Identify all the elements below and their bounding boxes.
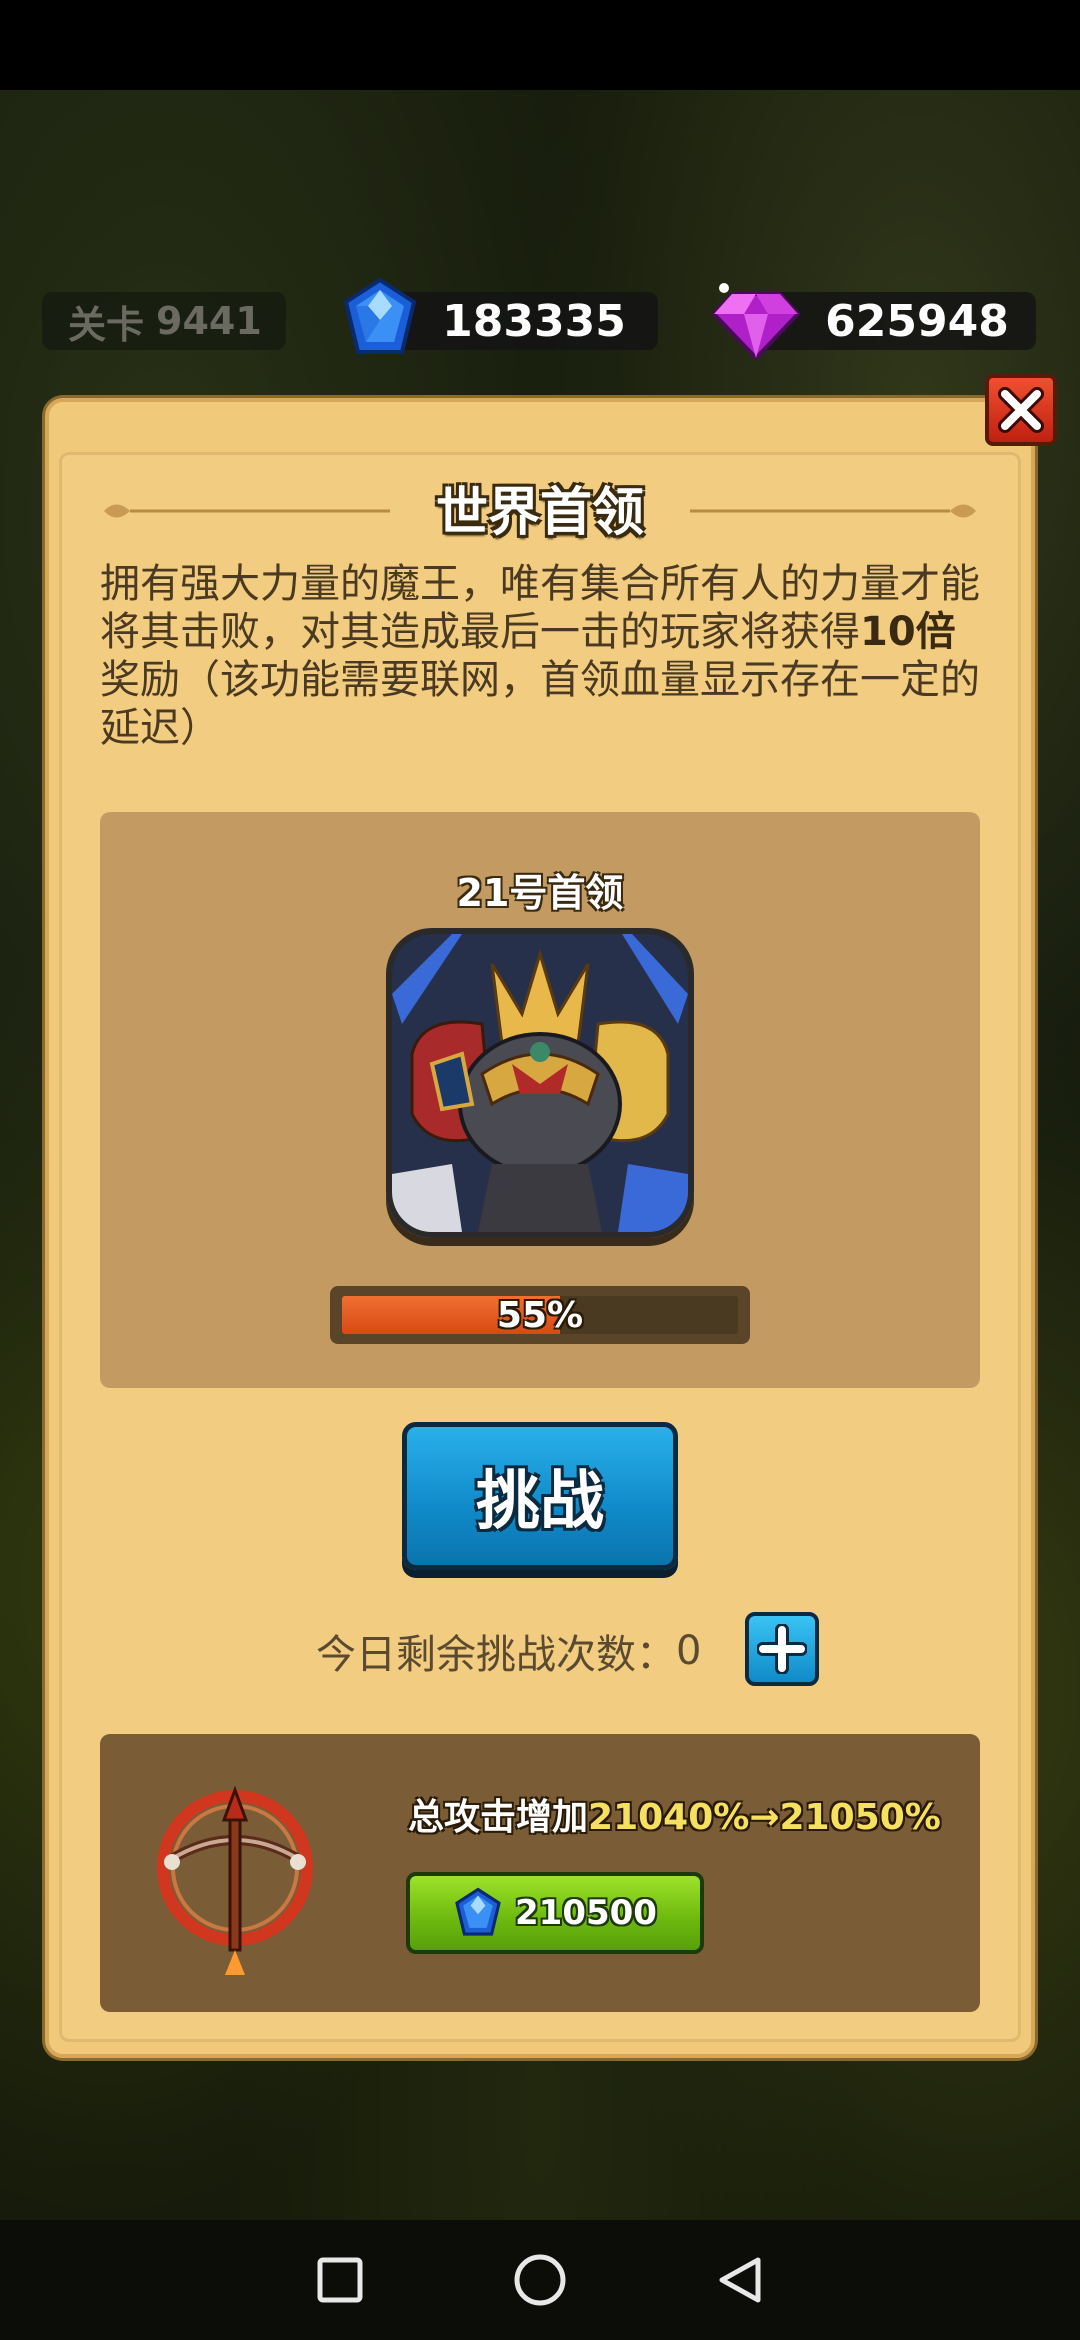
add-attempts-button[interactable] <box>745 1612 819 1686</box>
level-indicator: 关卡 9441 <box>42 292 286 350</box>
crossbow-icon <box>157 1785 313 1975</box>
blue-gem-icon <box>455 1887 501 1936</box>
upgrade-description: 总攻击增加21040%→21050% <box>408 1788 941 1840</box>
gem-count: 183335 <box>442 295 626 347</box>
blue-gem-icon <box>343 277 417 354</box>
back-button[interactable] <box>700 2240 780 2320</box>
level-label: 关卡 <box>68 302 145 347</box>
upgrade-buy-button[interactable]: 210500 <box>406 1872 704 1954</box>
remaining-label: 今日剩余挑战次数： <box>316 1632 676 1678</box>
buy-cost: 210500 <box>515 1893 657 1933</box>
description-highlight: 10倍 <box>860 609 956 655</box>
boss-armor-image <box>392 934 688 1232</box>
diamond-count: 625948 <box>825 295 1009 347</box>
close-button[interactable] <box>985 374 1057 446</box>
purple-diamond-icon <box>711 283 801 361</box>
system-nav-bar <box>0 2220 1080 2340</box>
upgrade-value: 21040%→21050% <box>588 1797 941 1838</box>
circle-icon <box>514 2254 566 2306</box>
close-icon <box>998 387 1044 433</box>
boss-portrait <box>386 928 694 1238</box>
status-bar <box>0 0 1080 90</box>
back-triangle-icon <box>719 2257 761 2303</box>
upgrade-prefix: 总攻击增加 <box>408 1797 589 1838</box>
recents-button[interactable] <box>300 2240 380 2320</box>
description-text-1: 拥有强大力量的魔王，唯有集合所有人的力量才能将其击败，对其造成最后一击的玩家将获… <box>100 561 980 655</box>
description-text-2: 奖励（该功能需要联网，首领血量显示存在一定的延迟） <box>100 657 980 751</box>
plus-icon <box>757 1624 807 1674</box>
level-value: 9441 <box>156 299 262 343</box>
boss-hp-bar: 55% <box>330 1286 750 1344</box>
remaining-challenges: 今日剩余挑战次数： 0 <box>316 1626 702 1678</box>
home-button[interactable] <box>500 2240 580 2320</box>
boss-description: 拥有强大力量的魔王，唯有集合所有人的力量才能将其击败，对其造成最后一击的玩家将获… <box>100 560 980 752</box>
boss-name: 21号首领 <box>456 871 624 915</box>
hp-percent-text: 55% <box>496 1296 584 1334</box>
title-ornament-right <box>690 504 976 518</box>
challenge-button[interactable]: 挑战 <box>402 1422 678 1570</box>
square-icon <box>317 2257 363 2303</box>
hp-track: 55% <box>342 1296 738 1334</box>
remaining-count: 0 <box>676 1628 702 1674</box>
